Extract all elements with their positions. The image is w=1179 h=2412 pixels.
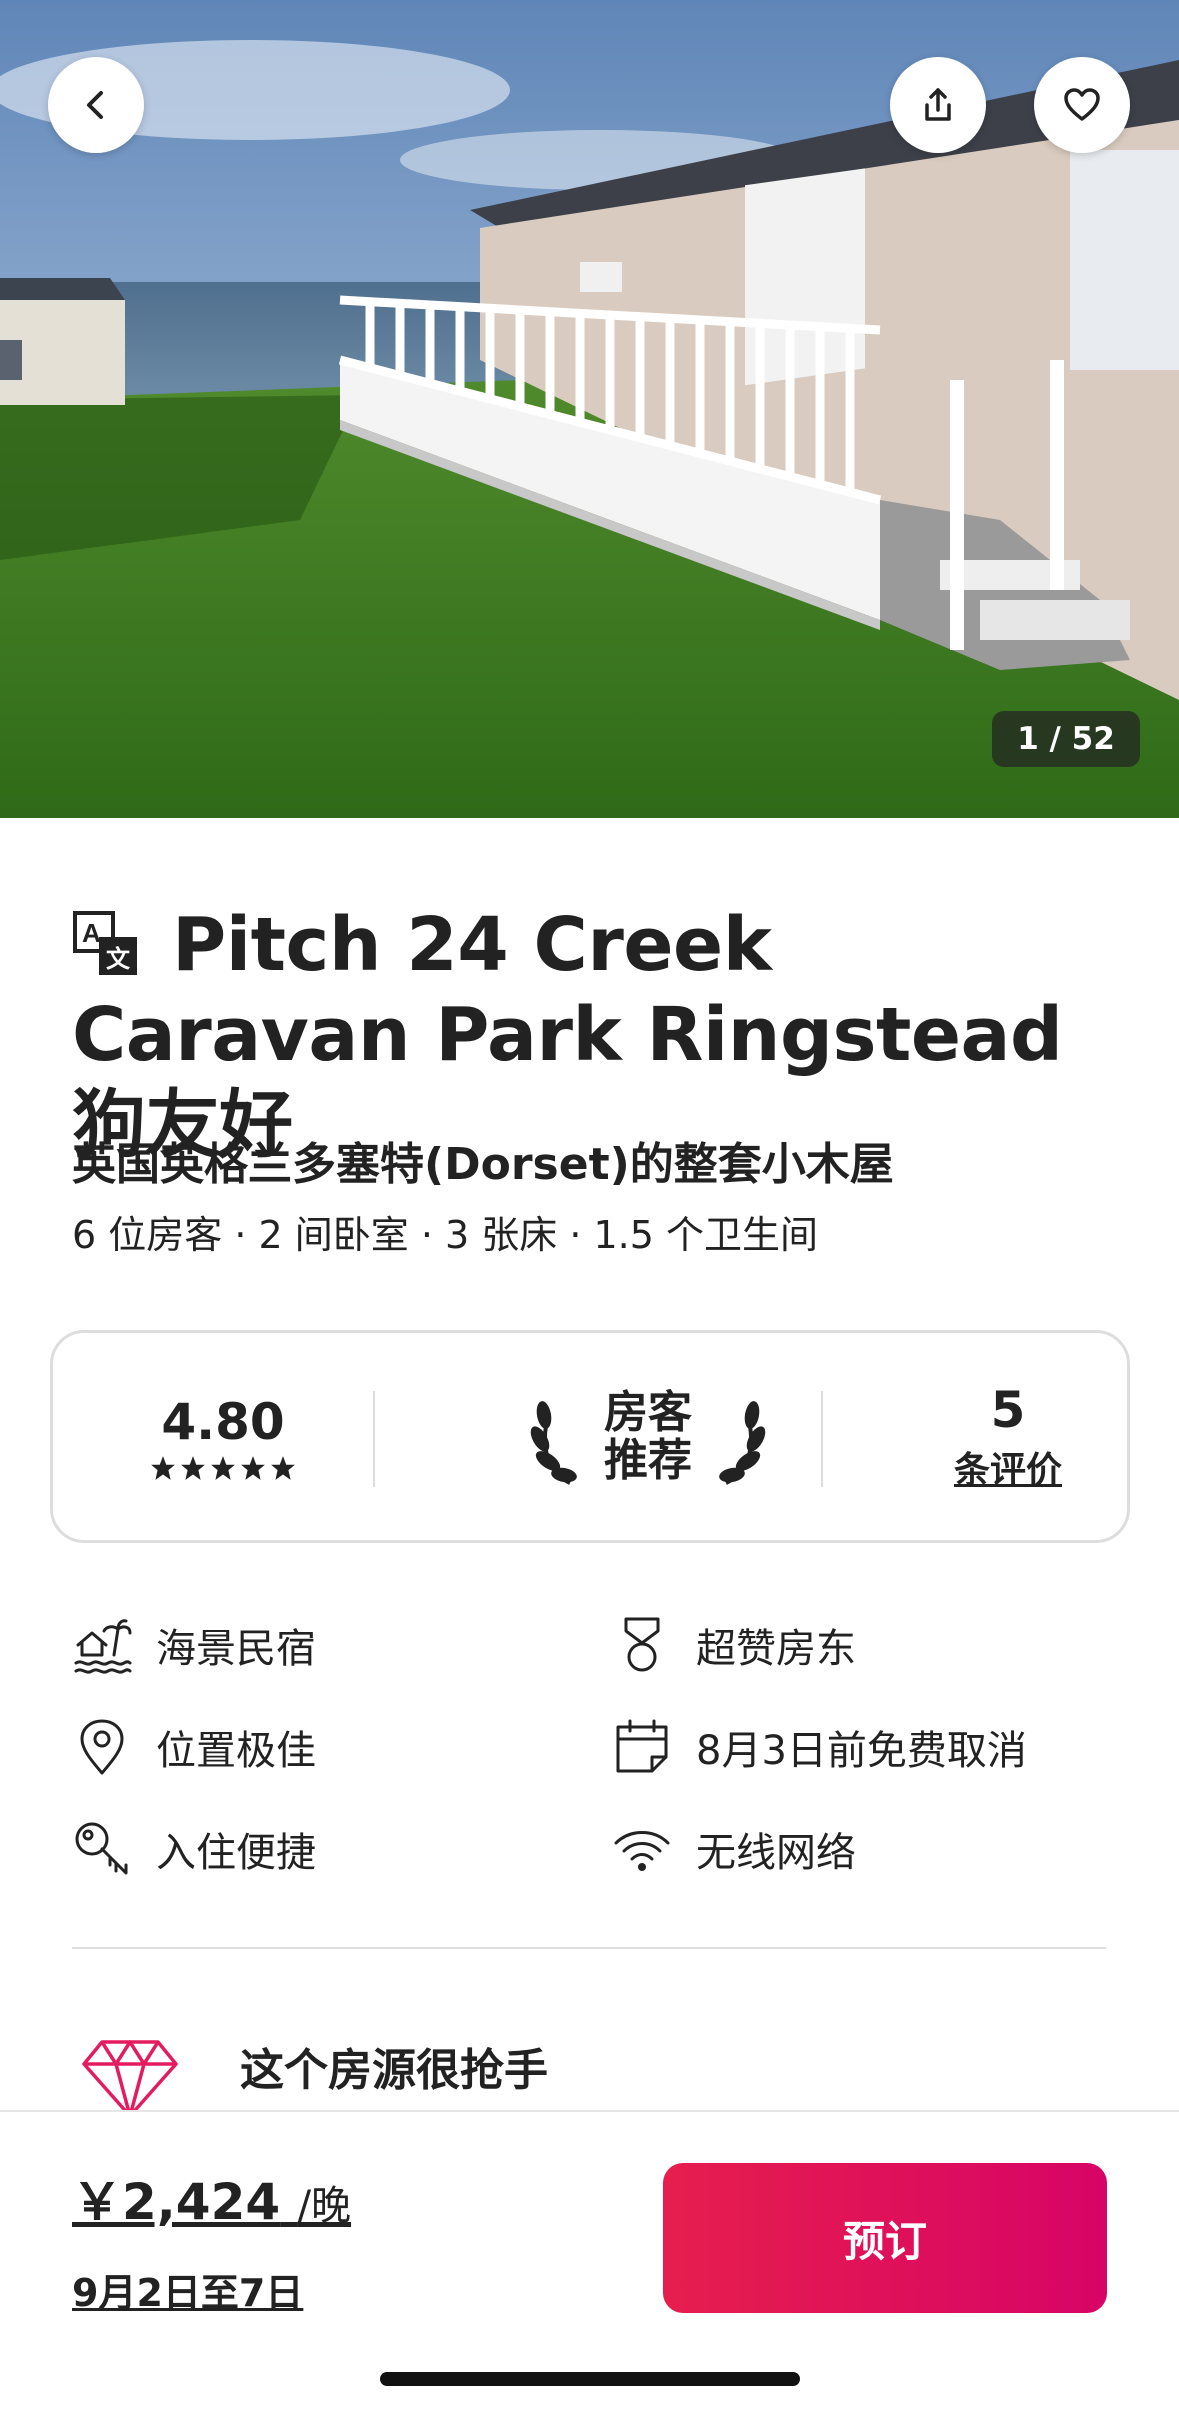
star-rating <box>150 1455 296 1481</box>
location-pin-icon <box>80 1719 124 1775</box>
svg-text:文: 文 <box>106 945 131 973</box>
listing-subtitle: 英国英格兰多塞特(Dorset)的整套小木屋 <box>72 1139 894 1190</box>
price-per-night[interactable]: ￥2,424 /晚 <box>72 2162 351 2234</box>
amenity-free-cancel: 8月3日前免费取消 <box>612 1712 1027 1782</box>
amenity-label: 入住便捷 <box>156 1830 316 1876</box>
caravan-photo <box>0 0 1179 818</box>
amenity-label: 海景民宿 <box>156 1626 316 1672</box>
rating-score: 4.80 <box>73 1333 373 1540</box>
star-icon <box>181 1455 205 1480</box>
reviews-count: 5 <box>990 1380 1026 1439</box>
laurel-right-icon <box>719 1400 766 1485</box>
favorite-button[interactable] <box>1034 57 1130 153</box>
star-icon <box>241 1455 265 1480</box>
reviews-label[interactable]: 条评价 <box>954 1441 1062 1493</box>
highlight-text: 这个房源很抢手 <box>240 2045 548 2096</box>
calendar-icon <box>616 1719 668 1773</box>
key-icon <box>75 1822 128 1875</box>
card-divider <box>821 1391 823 1487</box>
amenity-label: 无线网络 <box>696 1830 856 1876</box>
card-divider <box>373 1391 375 1487</box>
medal-icon <box>624 1617 660 1672</box>
amenity-location: 位置极佳 <box>72 1712 316 1782</box>
heart-icon <box>1064 88 1100 121</box>
price-amount: ￥2,424 <box>72 2173 281 2231</box>
amenity-label: 位置极佳 <box>156 1728 316 1774</box>
amenity-sea-view: 海景民宿 <box>72 1610 316 1680</box>
amenity-label: 超赞房东 <box>696 1626 856 1672</box>
star-icon <box>151 1455 175 1480</box>
amenity-label: 8月3日前免费取消 <box>696 1728 1027 1774</box>
badge-line1: 房客 <box>604 1386 692 1438</box>
svg-text:A: A <box>82 918 101 948</box>
laurel-left-icon <box>530 1400 577 1485</box>
amenity-wifi: 无线网络 <box>612 1814 856 1884</box>
rating-card[interactable]: 4.80 房客 推荐 5 条评价 <box>50 1330 1130 1543</box>
price-unit: /晚 <box>297 2183 352 2229</box>
listing-facts: 6 位房客 · 2 间卧室 · 3 张床 · 1.5 个卫生间 <box>72 1213 818 1257</box>
book-button[interactable]: 预订 <box>663 2163 1107 2313</box>
share-icon <box>925 88 951 121</box>
home-indicator <box>380 2372 800 2386</box>
rating-value: 4.80 <box>161 1392 285 1451</box>
chevron-left-icon <box>87 91 103 119</box>
stay-dates[interactable]: 9月2日至7日 <box>72 2262 303 2317</box>
reviews-link[interactable]: 5 条评价 <box>883 1333 1133 1540</box>
amenity-superhost: 超赞房东 <box>612 1610 856 1680</box>
booking-bar: ￥2,424 /晚 9月2日至7日 预订 <box>0 2110 1179 2412</box>
diamond-icon <box>82 2040 178 2118</box>
guest-favorite-badge: 房客 推荐 <box>423 1333 873 1540</box>
photo-counter: 1 / 52 <box>992 711 1140 767</box>
translate-icon[interactable]: A 文 <box>72 910 140 978</box>
badge-line2: 推荐 <box>604 1434 692 1486</box>
rare-find-highlight: 这个房源很抢手 <box>82 2030 548 2118</box>
section-divider <box>72 1947 1106 1949</box>
wifi-icon <box>614 1831 670 1871</box>
star-icon <box>271 1455 295 1480</box>
share-button[interactable] <box>890 57 986 153</box>
back-button[interactable] <box>48 57 144 153</box>
star-icon <box>211 1455 235 1480</box>
amenity-checkin: 入住便捷 <box>72 1814 316 1884</box>
hero-photo[interactable]: 1 / 52 <box>0 0 1179 818</box>
beach-house-icon <box>74 1619 132 1674</box>
